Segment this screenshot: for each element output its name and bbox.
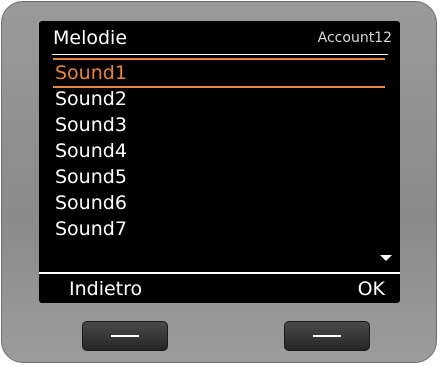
account-label: Account12 (317, 30, 392, 46)
phone-display: Melodie Account12 Sound1 Sound2 Sound3 S… (39, 21, 400, 303)
screen-title: Melodie (53, 27, 128, 49)
list-item-sound3[interactable]: Sound3 (39, 112, 400, 138)
left-softkey-button[interactable] (82, 321, 168, 351)
back-softkey-label: Indietro (69, 278, 143, 300)
melody-list: Sound1 Sound2 Sound3 Sound4 Sound5 Sound… (39, 58, 400, 242)
softkey-dash-icon (313, 335, 341, 337)
list-item-sound1[interactable]: Sound1 (39, 58, 400, 88)
softkey-bar: Indietro OK (39, 272, 400, 303)
softkey-dash-icon (111, 335, 139, 337)
softkey-divider (39, 272, 400, 274)
list-item-sound5[interactable]: Sound5 (39, 164, 400, 190)
list-item-sound4[interactable]: Sound4 (39, 138, 400, 164)
header-divider (52, 54, 388, 55)
list-item-sound6[interactable]: Sound6 (39, 190, 400, 216)
ok-softkey-label: OK (357, 278, 385, 300)
list-item-sound7[interactable]: Sound7 (39, 216, 400, 242)
chevron-down-icon (380, 255, 392, 261)
list-item-sound2[interactable]: Sound2 (39, 86, 400, 112)
screen-header: Melodie Account12 (39, 21, 400, 55)
right-softkey-button[interactable] (284, 321, 370, 351)
